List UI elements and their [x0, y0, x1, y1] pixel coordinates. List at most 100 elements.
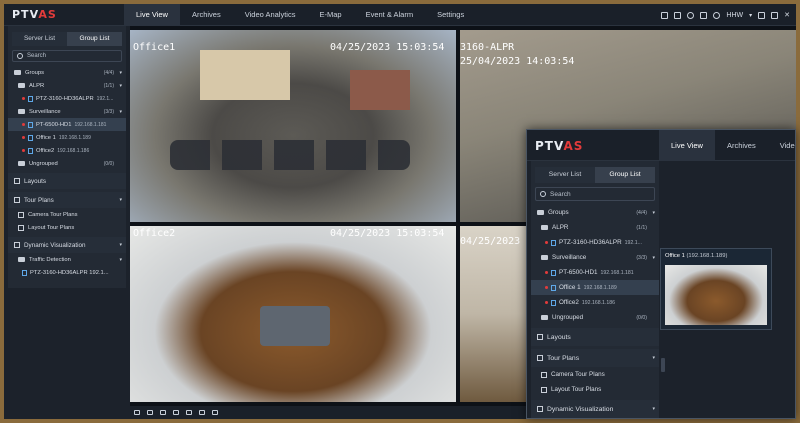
tree-camera-alpr[interactable]: PTZ-3160-HD36ALPR 192.1...	[8, 92, 126, 105]
folder-icon	[18, 109, 25, 114]
tree-alpr[interactable]: ALPR (1/1) ▾	[8, 79, 126, 92]
tree-camera-office2[interactable]: Office2 192.168.1.186	[531, 295, 659, 310]
chevron-down-icon[interactable]: ▾	[119, 83, 122, 89]
chevron-down-icon[interactable]: ▾	[652, 210, 655, 216]
record-icon[interactable]	[134, 410, 140, 415]
tab-live-view[interactable]: Live View	[124, 4, 180, 26]
chevron-down-icon[interactable]: ▾	[749, 12, 752, 19]
user-icon[interactable]	[687, 11, 695, 19]
top-right-controls: HHW ▾ ✕	[661, 4, 790, 26]
section-tour-plans[interactable]: Tour Plans ▾	[8, 192, 126, 208]
tree-camera-tour-plans[interactable]: Camera Tour Plans	[531, 367, 659, 382]
chevron-down-icon[interactable]: ▾	[119, 109, 122, 115]
tab-group-list[interactable]: Group List	[67, 32, 122, 46]
tree-groups[interactable]: Groups (4/4) ▾	[8, 66, 126, 79]
video-icon[interactable]	[147, 410, 153, 415]
add-icon[interactable]	[661, 11, 669, 19]
username[interactable]: HHW	[726, 12, 743, 19]
status-dot	[545, 241, 548, 244]
status-dot	[545, 286, 548, 289]
section-layouts[interactable]: Layouts	[8, 173, 126, 189]
mute-icon[interactable]	[186, 410, 192, 415]
camera-preview-tooltip: Office 1 (192.168.1.189)	[660, 248, 772, 330]
folder-icon	[18, 257, 25, 262]
tab-group-list[interactable]: Group List	[595, 167, 655, 183]
tile-camera-name: Office1	[133, 42, 176, 53]
tree-layout-tour-plans[interactable]: Layout Tour Plans	[531, 382, 659, 397]
tab-server-list[interactable]: Server List	[12, 32, 67, 46]
tree-camera-pt6500[interactable]: PT-6500-HD1 192.168.1.181	[531, 265, 659, 280]
tree-traffic-detection[interactable]: Traffic Detection ▾	[8, 253, 126, 266]
chevron-down-icon[interactable]: ▾	[119, 197, 122, 203]
tree-traffic-camera[interactable]: PTZ-3160-HD36ALPR 192.1...	[8, 266, 126, 279]
overlay-sidebar: Server List Group List Search Groups (4/…	[531, 161, 659, 418]
tab-e-map[interactable]: E-Map	[307, 4, 353, 26]
scene-desk	[260, 306, 330, 346]
chevron-down-icon[interactable]: ▾	[119, 242, 122, 248]
section-dynamic-visualization[interactable]: Dynamic Visualization ▾	[531, 400, 659, 418]
top-bar: PTVAS Live View Archives Video Analytics…	[4, 4, 796, 26]
chevron-down-icon[interactable]: ▾	[652, 406, 655, 412]
chevron-down-icon[interactable]: ▾	[119, 257, 122, 263]
tree-camera-office2[interactable]: Office2 192.168.1.186	[8, 144, 126, 157]
tab-settings[interactable]: Settings	[425, 4, 476, 26]
tree-ungrouped[interactable]: Ungrouped (0/0)	[531, 310, 659, 325]
tab-server-list[interactable]: Server List	[535, 167, 595, 183]
folder-icon	[541, 255, 548, 260]
maximize-icon[interactable]	[771, 11, 779, 19]
tree-camera-alpr[interactable]: PTZ-3160-HD36ALPR 192.1...	[531, 235, 659, 250]
tree-camera-office1[interactable]: Office 1 192.168.1.189	[8, 131, 126, 144]
video-tile-office2[interactable]: Office2 04/25/2023 15:03:54	[130, 226, 456, 402]
tab-event-alarm[interactable]: Event & Alarm	[354, 4, 426, 26]
chevron-down-icon[interactable]: ▾	[119, 70, 122, 76]
section-layouts[interactable]: Layouts	[531, 328, 659, 346]
status-dot	[22, 123, 25, 126]
sidebar-tabs: Server List Group List	[12, 32, 122, 46]
tree-layout-tour-plans[interactable]: Layout Tour Plans	[8, 221, 126, 234]
search-input[interactable]: Search	[535, 187, 655, 201]
camera-icon	[22, 269, 27, 276]
volume-icon[interactable]	[199, 410, 205, 415]
tab-video-analytics[interactable]: Video Analytics	[233, 4, 308, 26]
scene-building	[350, 70, 410, 110]
tab-live-view[interactable]: Live View	[659, 130, 715, 161]
minimize-icon[interactable]	[758, 11, 766, 19]
video-tile-office1[interactable]: Office1 04/25/2023 15:03:54	[130, 30, 456, 222]
camera-icon	[28, 95, 33, 102]
tab-video-analytics[interactable]: Video A	[768, 130, 795, 161]
folder-icon	[537, 210, 544, 215]
tree-alpr[interactable]: ALPR (1/1)	[531, 220, 659, 235]
camera-icon	[28, 121, 33, 128]
tree-surveillance[interactable]: Surveillance (3/3) ▾	[531, 250, 659, 265]
tab-archives[interactable]: Archives	[180, 4, 233, 26]
tile-camera-name: 3160-ALPR	[460, 42, 515, 53]
search-input[interactable]: Search	[12, 50, 122, 62]
tab-archives[interactable]: Archives	[715, 130, 768, 161]
chevron-down-icon[interactable]: ▾	[652, 355, 655, 361]
section-tour-plans[interactable]: Tour Plans ▾	[531, 349, 659, 367]
tree-camera-tour-plans[interactable]: Camera Tour Plans	[8, 208, 126, 221]
close-icon[interactable]: ✕	[784, 11, 790, 19]
bell-icon[interactable]	[700, 11, 708, 19]
tree-camera-pt6500[interactable]: PT-6500-HD1 192.168.1.181	[8, 118, 126, 131]
tree-groups[interactable]: Groups (4/4) ▾	[531, 205, 659, 220]
camera-snapshot-icon[interactable]	[212, 410, 218, 415]
tree-surveillance[interactable]: Surveillance (3/3) ▾	[8, 105, 126, 118]
status-dot	[22, 149, 25, 152]
layout-tour-icon	[541, 386, 547, 393]
avatar[interactable]	[713, 11, 721, 19]
preview-thumbnail	[665, 265, 767, 325]
camera-icon	[551, 299, 556, 306]
folder-icon	[14, 70, 21, 75]
chevron-down-icon[interactable]: ▾	[652, 255, 655, 261]
tour-plans-icon	[537, 355, 543, 361]
section-dynamic-visualization[interactable]: Dynamic Visualization ▾	[8, 237, 126, 253]
tile-timestamp: 04/25/2023 15:03:54	[330, 42, 445, 53]
speaker-icon[interactable]	[160, 410, 166, 415]
microphone-icon[interactable]	[173, 410, 179, 415]
tree-camera-office1[interactable]: Office 1 192.168.1.189	[531, 280, 659, 295]
status-dot	[545, 271, 548, 274]
sidebar-collapse-handle[interactable]	[661, 358, 665, 372]
tree-ungrouped[interactable]: Ungrouped (0/0)	[8, 157, 126, 170]
download-icon[interactable]	[674, 11, 682, 19]
